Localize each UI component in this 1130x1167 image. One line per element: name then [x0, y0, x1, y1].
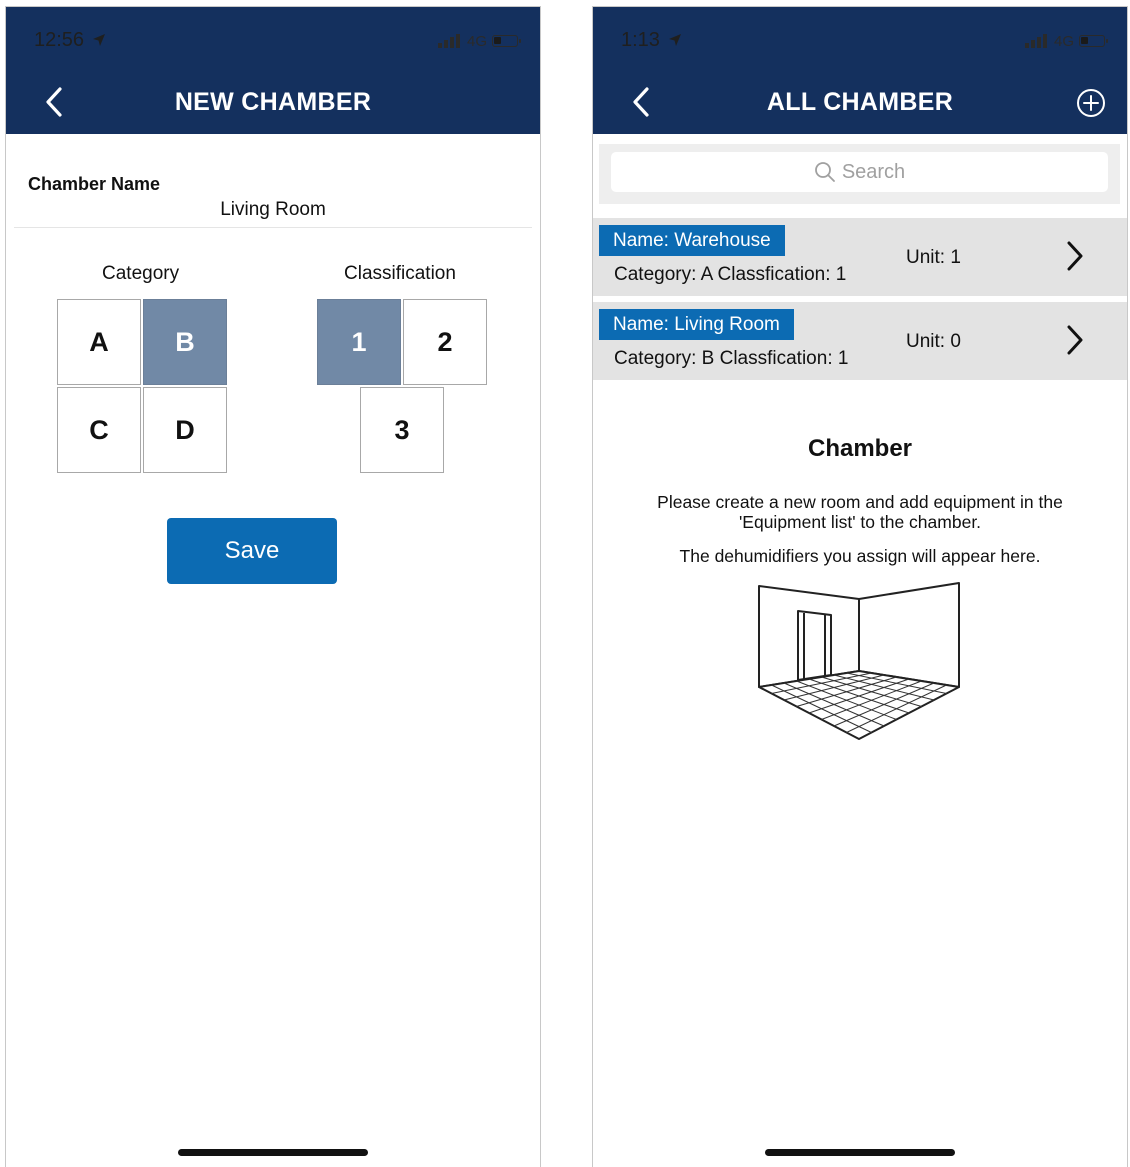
chamber-row-warehouse[interactable]: Name: Warehouse Category: A Classficatio… — [593, 218, 1127, 296]
status-time-text: 1:13 — [621, 29, 660, 51]
network-type: 4G — [1053, 32, 1074, 50]
status-time: 1:13 — [621, 29, 682, 52]
empty-state-line3: The dehumidifiers you assign will appear… — [679, 546, 1041, 566]
category-option-a[interactable]: A — [57, 299, 141, 385]
classification-option-1[interactable]: 1 — [317, 299, 401, 385]
chamber-unit: Unit: 1 — [906, 247, 961, 268]
home-indicator[interactable] — [765, 1149, 955, 1156]
status-time-text: 12:56 — [34, 29, 85, 51]
page-title: ALL CHAMBER — [766, 88, 954, 116]
page-title: NEW CHAMBER — [174, 88, 372, 116]
search-placeholder: Search — [841, 160, 906, 183]
search-bar: Search — [599, 144, 1120, 204]
empty-state-line1: Please create a new room and add equipme… — [657, 492, 1063, 512]
status-indicators: 4G — [437, 32, 521, 50]
category-title: Category — [102, 263, 180, 284]
plus-circle-icon[interactable] — [1075, 87, 1107, 119]
divider — [14, 227, 532, 228]
location-arrow-icon — [92, 34, 105, 46]
search-input[interactable]: Search — [611, 152, 1108, 192]
all-chamber-screen: 1:13 4G ALL CHAMBER Search Name: Warehou… — [592, 6, 1128, 1167]
chevron-right-icon — [1067, 325, 1083, 355]
room-illustration — [758, 582, 960, 740]
save-button[interactable]: Save — [167, 518, 337, 584]
network-type: 4G — [466, 32, 487, 50]
nav-header: 1:13 4G ALL CHAMBER — [593, 7, 1127, 134]
classification-title: Classification — [344, 263, 456, 284]
chamber-name-input[interactable]: Living Room — [6, 199, 540, 221]
search-icon — [814, 162, 835, 182]
location-arrow-icon — [668, 34, 681, 46]
status-indicators: 4G — [1024, 32, 1108, 50]
chamber-details: Category: A Classfication: 1 — [614, 264, 847, 285]
battery-icon — [492, 35, 521, 47]
chevron-right-icon — [1067, 241, 1083, 271]
signal-bars-icon — [1024, 34, 1047, 48]
chamber-details: Category: B Classfication: 1 — [614, 348, 849, 369]
status-time: 12:56 — [34, 29, 106, 52]
signal-bars-icon — [437, 34, 460, 48]
new-chamber-screen: 12:56 4G NEW CHAMBER Chamber Name Living… — [5, 6, 541, 1167]
classification-option-2[interactable]: 2 — [403, 299, 487, 385]
chamber-name-label: Chamber Name — [28, 174, 161, 194]
chamber-unit: Unit: 0 — [906, 331, 961, 352]
battery-icon — [1079, 35, 1108, 47]
empty-state-line2: 'Equipment list' to the chamber. — [738, 512, 982, 532]
category-option-b[interactable]: B — [143, 299, 227, 385]
category-option-d[interactable]: D — [143, 387, 227, 473]
empty-state-title: Chamber — [807, 435, 913, 462]
category-option-c[interactable]: C — [57, 387, 141, 473]
chamber-name-tag: Name: Living Room — [599, 309, 794, 340]
classification-option-3[interactable]: 3 — [360, 387, 444, 473]
home-indicator[interactable] — [178, 1149, 368, 1156]
chamber-name-tag: Name: Warehouse — [599, 225, 785, 256]
chamber-row-living-room[interactable]: Name: Living Room Category: B Classficat… — [593, 302, 1127, 380]
nav-header: 12:56 4G NEW CHAMBER — [6, 7, 540, 134]
